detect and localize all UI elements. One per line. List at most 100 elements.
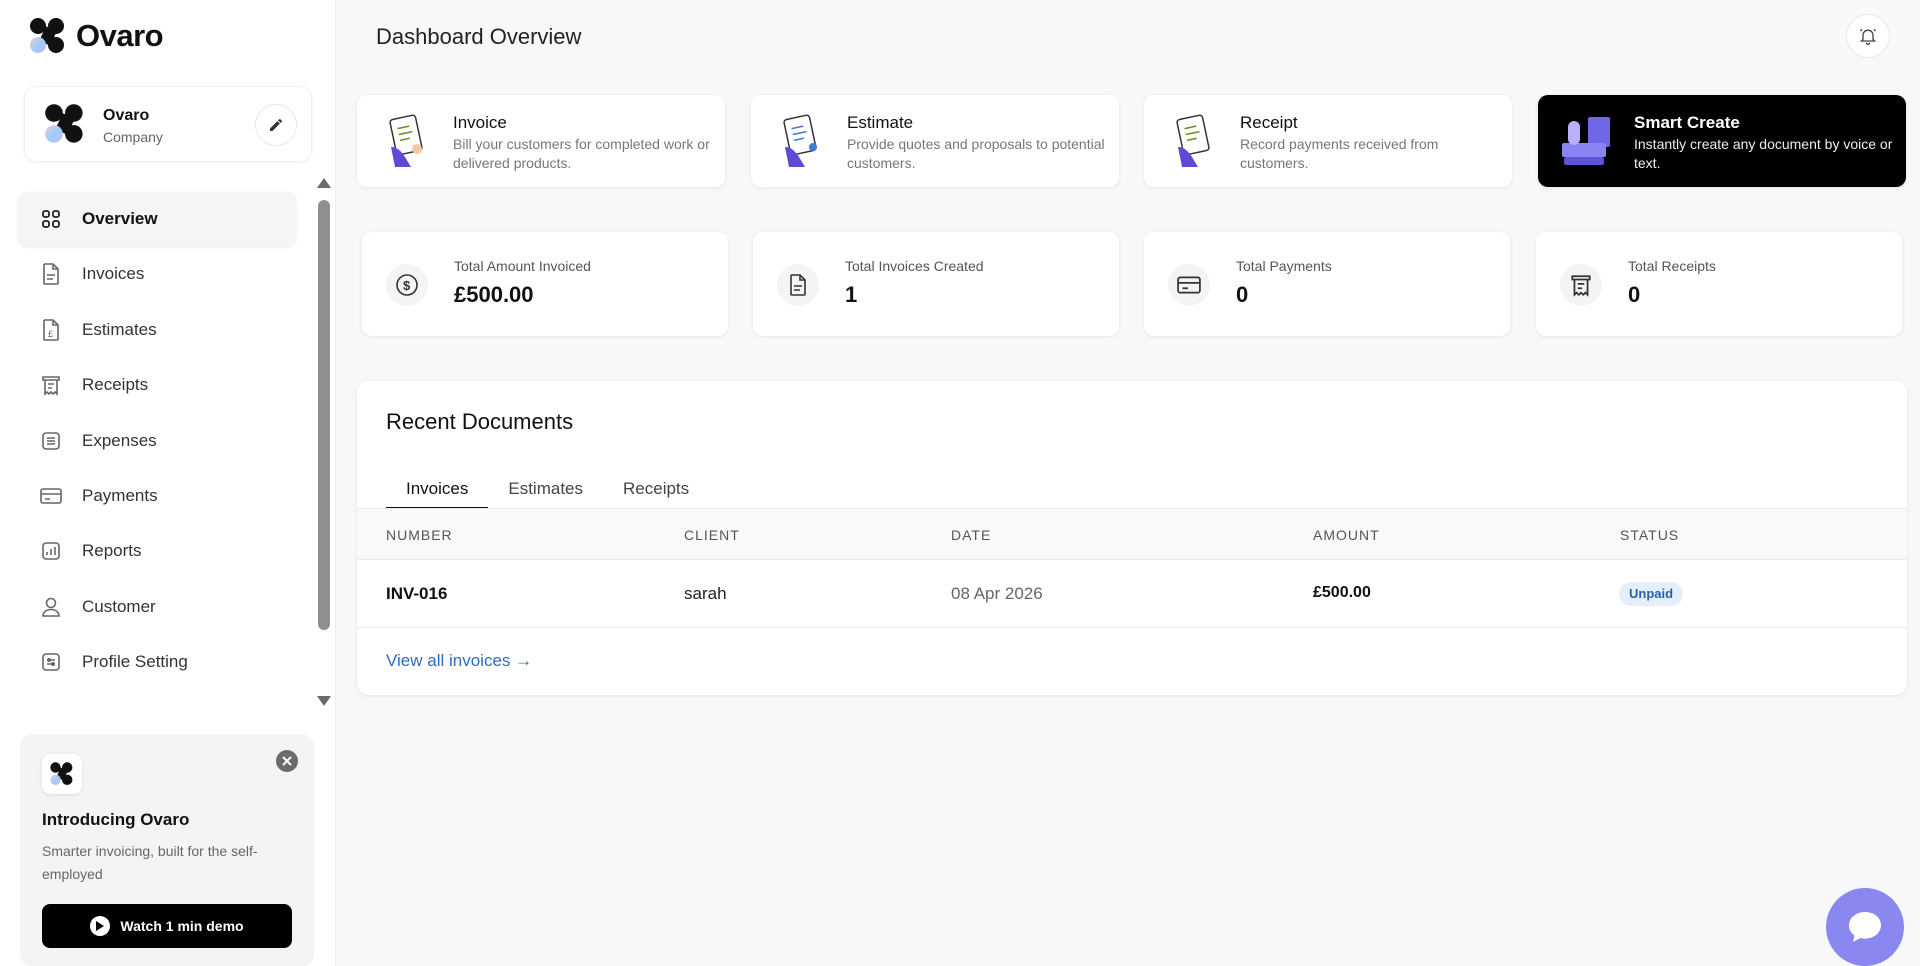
chat-button[interactable]	[1826, 888, 1904, 966]
chart-icon	[40, 540, 62, 562]
invoice-date: 08 Apr 2026	[951, 584, 1043, 603]
sidebar-item-receipts[interactable]: Receipts	[18, 358, 296, 412]
brand-name: Ovaro	[76, 18, 164, 53]
sidebar-item-label: Estimates	[82, 319, 157, 339]
create-receipt-card[interactable]: Receipt Record payments received from cu…	[1144, 95, 1512, 187]
sidebar-item-customer[interactable]: Customer	[18, 580, 296, 634]
sidebar-item-invoices[interactable]: Invoices	[18, 247, 296, 301]
sidebar-scrollbar[interactable]	[316, 176, 332, 708]
list-icon	[40, 430, 62, 452]
create-invoice-card[interactable]: Invoice Bill your customers for complete…	[357, 95, 725, 187]
stat-value: 0	[1628, 282, 1641, 307]
svg-text:£: £	[48, 329, 53, 339]
estimate-icon: £	[40, 318, 62, 341]
table-row[interactable]: INV-016 sarah 08 Apr 2026 £500.00 Unpaid	[357, 560, 1907, 628]
grid-icon	[40, 208, 62, 230]
sidebar-item-reports[interactable]: Reports	[18, 524, 296, 578]
stat-card-total-payments: Total Payments 0	[1144, 232, 1510, 336]
stat-label: Total Invoices Created	[845, 258, 984, 274]
sidebar-item-label: Expenses	[82, 430, 157, 450]
sidebar-item-label: Payments	[82, 485, 158, 505]
watch-demo-label: Watch 1 min demo	[120, 918, 244, 934]
invoice-client: sarah	[684, 584, 727, 603]
stat-value: 0	[1236, 282, 1249, 307]
sidebar-item-overview[interactable]: Overview	[18, 192, 296, 246]
create-card-desc: Bill your customers for completed work o…	[453, 136, 710, 171]
card-icon	[40, 485, 62, 507]
column-header-amount: AMOUNT	[1313, 527, 1380, 543]
recent-documents-panel: Recent Documents Invoices Estimates Rece…	[357, 381, 1907, 695]
sidebar-item-profile-setting[interactable]: Profile Setting	[18, 635, 296, 689]
stat-card-total-receipts: Total Receipts 0	[1536, 232, 1902, 336]
sidebar-item-label: Customer	[82, 596, 156, 616]
create-card-desc: Instantly create any document by voice o…	[1634, 136, 1893, 171]
stat-label: Total Receipts	[1628, 258, 1716, 274]
pencil-icon	[270, 118, 282, 131]
card-icon	[1168, 264, 1210, 306]
stat-label: Total Payments	[1236, 258, 1332, 274]
sidebar-item-label: Reports	[82, 541, 142, 561]
document-icon	[777, 264, 819, 306]
company-name: Ovaro	[103, 107, 150, 124]
smart-create-illustration-icon	[1562, 117, 1610, 165]
brand-logo[interactable]: Ovaro	[28, 16, 164, 56]
stat-card-invoices-created: Total Invoices Created 1	[753, 232, 1119, 336]
dollar-circle-icon: $	[386, 264, 428, 306]
edit-company-button[interactable]	[255, 104, 297, 146]
tab-invoices[interactable]: Invoices	[386, 469, 489, 509]
stat-value: 1	[845, 282, 858, 307]
sidebar-item-label: Invoices	[82, 264, 145, 284]
create-card-title: Estimate	[847, 113, 914, 132]
sidebar-item-estimates[interactable]: £ Estimates	[18, 303, 296, 357]
sidebar-item-expenses[interactable]: Expenses	[18, 414, 296, 468]
status-badge: Unpaid	[1619, 582, 1684, 606]
notifications-button[interactable]	[1846, 14, 1890, 58]
sidebar-item-label: Overview	[82, 209, 158, 228]
watch-demo-button[interactable]: Watch 1 min demo	[42, 904, 292, 948]
receipt-icon	[40, 374, 62, 397]
sidebar-item-payments[interactable]: Payments	[18, 469, 296, 523]
close-icon	[282, 756, 292, 766]
create-card-title: Receipt	[1240, 113, 1298, 132]
smart-create-card[interactable]: Smart Create Instantly create any docume…	[1538, 95, 1906, 187]
scroll-down-arrow-icon[interactable]	[317, 696, 331, 706]
stat-label: Total Amount Invoiced	[454, 258, 591, 274]
receipt-illustration-icon	[1176, 114, 1210, 167]
create-card-title: Invoice	[453, 113, 507, 132]
recent-documents-title: Recent Documents	[386, 409, 574, 434]
page-title: Dashboard Overview	[376, 24, 582, 49]
promo-close-button[interactable]	[276, 750, 298, 772]
tab-estimates[interactable]: Estimates	[488, 469, 603, 509]
company-logo-icon	[45, 104, 83, 143]
promo-logo	[42, 754, 82, 794]
column-header-date: DATE	[951, 527, 992, 543]
invoice-illustration-icon	[389, 114, 423, 167]
sidebar-nav: Overview Invoices £ Estimates Receipts E…	[18, 192, 296, 691]
estimate-illustration-icon	[783, 114, 817, 167]
column-header-client: CLIENT	[684, 527, 740, 543]
create-card-title: Smart Create	[1634, 113, 1740, 132]
create-card-desc: Record payments received from customers.	[1240, 136, 1439, 171]
tab-receipts[interactable]: Receipts	[603, 469, 709, 509]
receipt-icon	[1560, 264, 1602, 306]
scrollbar-thumb[interactable]	[318, 200, 330, 630]
svg-text:$: $	[403, 278, 411, 293]
invoice-amount: £500.00	[1313, 584, 1371, 601]
sidebar-item-label: Receipts	[82, 375, 149, 395]
bell-icon	[1859, 28, 1877, 45]
company-card[interactable]: Ovaro Company	[24, 86, 312, 162]
user-icon	[40, 596, 62, 618]
sidebar-item-label: Profile Setting	[82, 652, 188, 672]
create-card-desc: Provide quotes and proposals to potentia…	[847, 136, 1105, 171]
view-all-invoices-link[interactable]: View all invoices →	[386, 651, 532, 671]
table-header: NUMBER CLIENT DATE AMOUNT STATUS	[357, 508, 1907, 560]
scroll-up-arrow-icon[interactable]	[317, 178, 331, 188]
settings-icon	[40, 651, 62, 673]
invoice-number: INV-016	[386, 584, 448, 603]
create-estimate-card[interactable]: Estimate Provide quotes and proposals to…	[751, 95, 1119, 187]
promo-text: Smarter invoicing, built for the self-em…	[42, 843, 258, 882]
stat-card-total-invoiced: $ Total Amount Invoiced £500.00	[362, 232, 728, 336]
play-icon	[90, 916, 111, 936]
promo-title: Introducing Ovaro	[42, 810, 190, 829]
company-type: Company	[103, 129, 163, 145]
